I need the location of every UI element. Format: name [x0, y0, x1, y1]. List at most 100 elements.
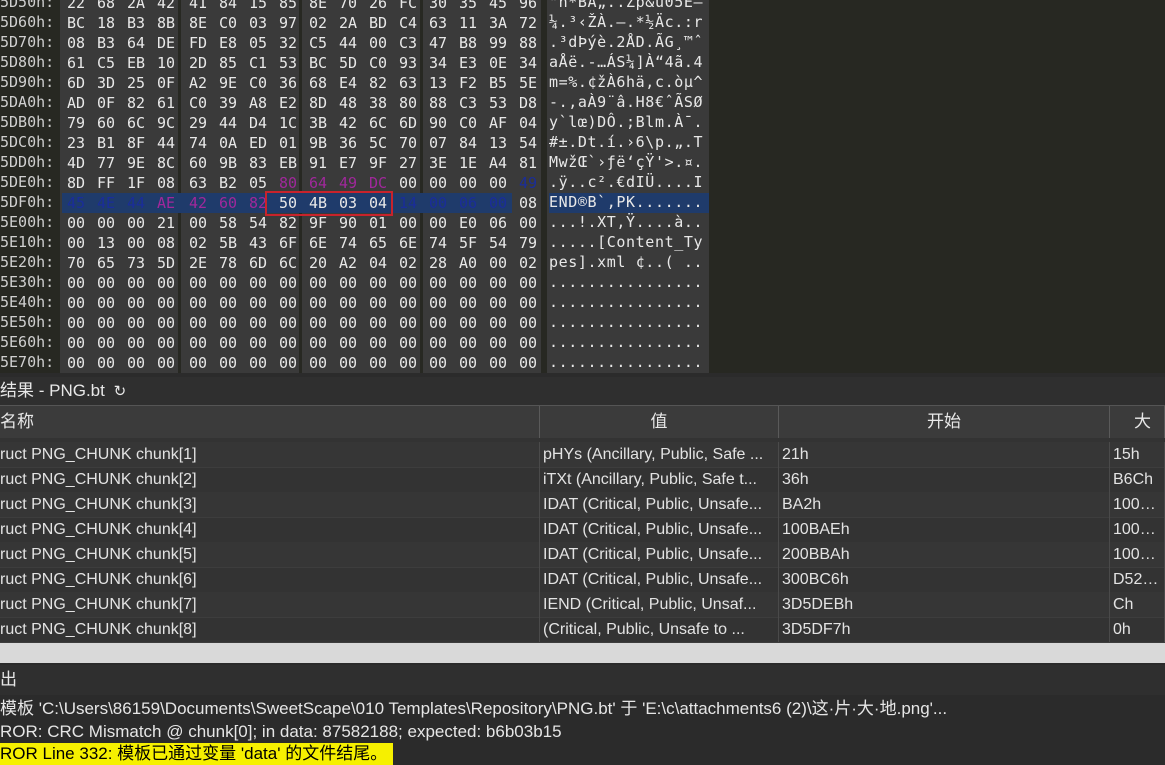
hex-byte[interactable]: 22 [62, 0, 90, 13]
hex-byte[interactable]: 42 [334, 113, 362, 133]
template-result-row[interactable]: ruct PNG_CHUNK chunk[7] IEND (Critical, P… [0, 592, 1165, 618]
hex-byte[interactable]: 0F [152, 73, 180, 93]
hex-byte[interactable]: 00 [454, 293, 482, 313]
hex-row[interactable]: 5E00h: 00 00 00 21 00 58 54 82 9F 90 01 00 00 E0 06 00..… [0, 213, 1165, 233]
hex-byte[interactable]: 00 [304, 313, 332, 333]
hex-row[interactable]: 5D90h: 6D 3D 25 0F A2 9E C0 36 68 E4 82 63 13 F2 B5 5E m=… [0, 73, 1165, 93]
hex-byte[interactable]: 00 [334, 333, 362, 353]
hex-byte[interactable]: 60 [184, 153, 212, 173]
hex-byte[interactable]: 00 [364, 333, 392, 353]
hex-byte[interactable]: 5E [514, 73, 542, 93]
hex-byte[interactable]: 68 [92, 0, 120, 13]
hex-byte[interactable]: 0A [214, 133, 242, 153]
hex-byte[interactable]: 00 [394, 353, 422, 373]
hex-byte[interactable]: 02 [184, 233, 212, 253]
hex-byte[interactable]: 6D [244, 253, 272, 273]
hex-byte[interactable]: 1C [274, 113, 302, 133]
hex-row[interactable]: 5D80h: 61 C5 EB 10 2D 85 C1 53 BC 5D C0 93 34 E3 0E 34 aÅ… [0, 53, 1165, 73]
hex-byte[interactable]: 00 [334, 273, 362, 293]
hex-byte[interactable]: 00 [514, 333, 542, 353]
hex-byte[interactable]: 85 [214, 53, 242, 73]
hex-byte[interactable]: 64 [304, 173, 332, 193]
hex-byte[interactable]: 00 [244, 313, 272, 333]
hex-byte[interactable]: C5 [92, 53, 120, 73]
hex-byte[interactable]: 36 [334, 133, 362, 153]
hex-byte[interactable]: E3 [454, 53, 482, 73]
hex-byte[interactable]: 00 [304, 353, 332, 373]
hex-byte[interactable]: 9F [364, 153, 392, 173]
hex-byte[interactable]: 00 [484, 193, 512, 213]
hex-byte[interactable]: 35 [454, 0, 482, 13]
hex-row[interactable]: 5D60h: BC 18 B3 8B 8E C0 03 97 02 2A BD C4 63 11 3A 72 ¼.… [0, 13, 1165, 33]
hex-byte[interactable]: 00 [424, 313, 452, 333]
hex-byte[interactable]: 00 [424, 173, 452, 193]
hex-byte[interactable]: 26 [364, 0, 392, 13]
hex-byte[interactable]: 44 [122, 193, 150, 213]
hex-byte[interactable]: E7 [334, 153, 362, 173]
hex-byte[interactable]: 13 [92, 233, 120, 253]
hex-byte[interactable]: 00 [454, 173, 482, 193]
hex-byte[interactable]: 1E [454, 153, 482, 173]
hex-byte[interactable]: 02 [394, 253, 422, 273]
hex-byte[interactable]: 39 [214, 93, 242, 113]
hex-byte[interactable]: 70 [62, 253, 90, 273]
hex-byte[interactable]: 00 [184, 213, 212, 233]
hex-byte[interactable]: 00 [244, 333, 272, 353]
hex-byte[interactable]: 00 [514, 313, 542, 333]
hex-byte[interactable]: 44 [334, 33, 362, 53]
hex-byte[interactable]: 00 [122, 213, 150, 233]
hex-byte[interactable]: 53 [484, 93, 512, 113]
hex-row[interactable]: 5E60h: 00 00 00 00 00 00 00 00 00 00 00 00 00 00 00 00..… [0, 333, 1165, 353]
hex-byte[interactable]: 74 [424, 233, 452, 253]
hex-byte[interactable]: 68 [304, 73, 332, 93]
hex-byte[interactable]: 01 [274, 133, 302, 153]
hex-byte[interactable]: 27 [394, 153, 422, 173]
template-result-row[interactable]: ruct PNG_CHUNK chunk[3] IDAT (Critical, P… [0, 492, 1165, 518]
hex-byte[interactable]: BD [364, 13, 392, 33]
hex-byte[interactable]: 10 [152, 53, 180, 73]
hex-byte[interactable]: 47 [424, 33, 452, 53]
template-result-row[interactable]: ruct PNG_CHUNK chunk[4] IDAT (Critical, P… [0, 517, 1165, 543]
hex-byte[interactable]: 29 [184, 113, 212, 133]
hex-byte[interactable]: 00 [514, 353, 542, 373]
hex-byte[interactable]: 00 [484, 173, 512, 193]
hex-byte[interactable]: 42 [184, 193, 212, 213]
hex-byte[interactable]: 21 [152, 213, 180, 233]
hex-byte[interactable]: DE [152, 33, 180, 53]
hex-byte[interactable]: 9B [214, 153, 242, 173]
hex-byte[interactable]: 00 [274, 333, 302, 353]
hex-byte[interactable]: 6E [394, 233, 422, 253]
hex-byte[interactable]: 00 [152, 313, 180, 333]
hex-byte[interactable]: 00 [394, 213, 422, 233]
hex-byte[interactable]: 30 [424, 0, 452, 13]
hex-row[interactable]: 5DE0h: 8D FF 1F 08 63 B2 05 80 64 49 DC 00 00 00 00 49 .ÿ… [0, 173, 1165, 193]
hex-byte[interactable]: 9E [122, 153, 150, 173]
hex-byte[interactable]: C3 [394, 33, 422, 53]
hex-byte[interactable]: 00 [274, 313, 302, 333]
hex-byte[interactable]: A2 [184, 73, 212, 93]
hex-byte[interactable]: A8 [244, 93, 272, 113]
hex-byte[interactable]: 00 [122, 233, 150, 253]
hex-row[interactable]: 5E10h: 00 13 00 08 02 5B 43 6F 6E 74 65 6E 74 5F 54 79..… [0, 233, 1165, 253]
hex-byte[interactable]: 05 [244, 173, 272, 193]
hex-editor-view[interactable]: 5D50h: 22 68 2A 42 41 84 15 85 8E 70 26 FC 30 35 45 96 "h… [0, 0, 1165, 373]
hex-byte[interactable]: 00 [244, 293, 272, 313]
refresh-icon[interactable]: ↻ [114, 383, 127, 400]
hex-byte[interactable]: E2 [274, 93, 302, 113]
hex-byte[interactable]: 00 [184, 313, 212, 333]
hex-byte[interactable]: 3D [92, 73, 120, 93]
hex-byte[interactable]: 00 [484, 333, 512, 353]
hex-byte[interactable]: 74 [334, 233, 362, 253]
hex-byte[interactable]: 03 [244, 13, 272, 33]
column-header-size[interactable]: 大小 [1110, 406, 1165, 463]
hex-byte[interactable]: 99 [484, 33, 512, 53]
hex-byte[interactable]: 13 [424, 73, 452, 93]
template-result-row[interactable]: ruct PNG_CHUNK chunk[6] IDAT (Critical, P… [0, 567, 1165, 593]
hex-row[interactable]: 5DC0h: 23 B1 8F 44 74 0A ED 01 9B 36 5C 70 07 84 13 54 #±… [0, 133, 1165, 153]
hex-byte[interactable]: 00 [62, 293, 90, 313]
hex-byte[interactable]: 3E [424, 153, 452, 173]
hex-byte[interactable]: C1 [244, 53, 272, 73]
hex-byte[interactable]: E0 [454, 213, 482, 233]
hex-byte[interactable]: 2A [334, 13, 362, 33]
hex-byte[interactable]: 5F [454, 233, 482, 253]
